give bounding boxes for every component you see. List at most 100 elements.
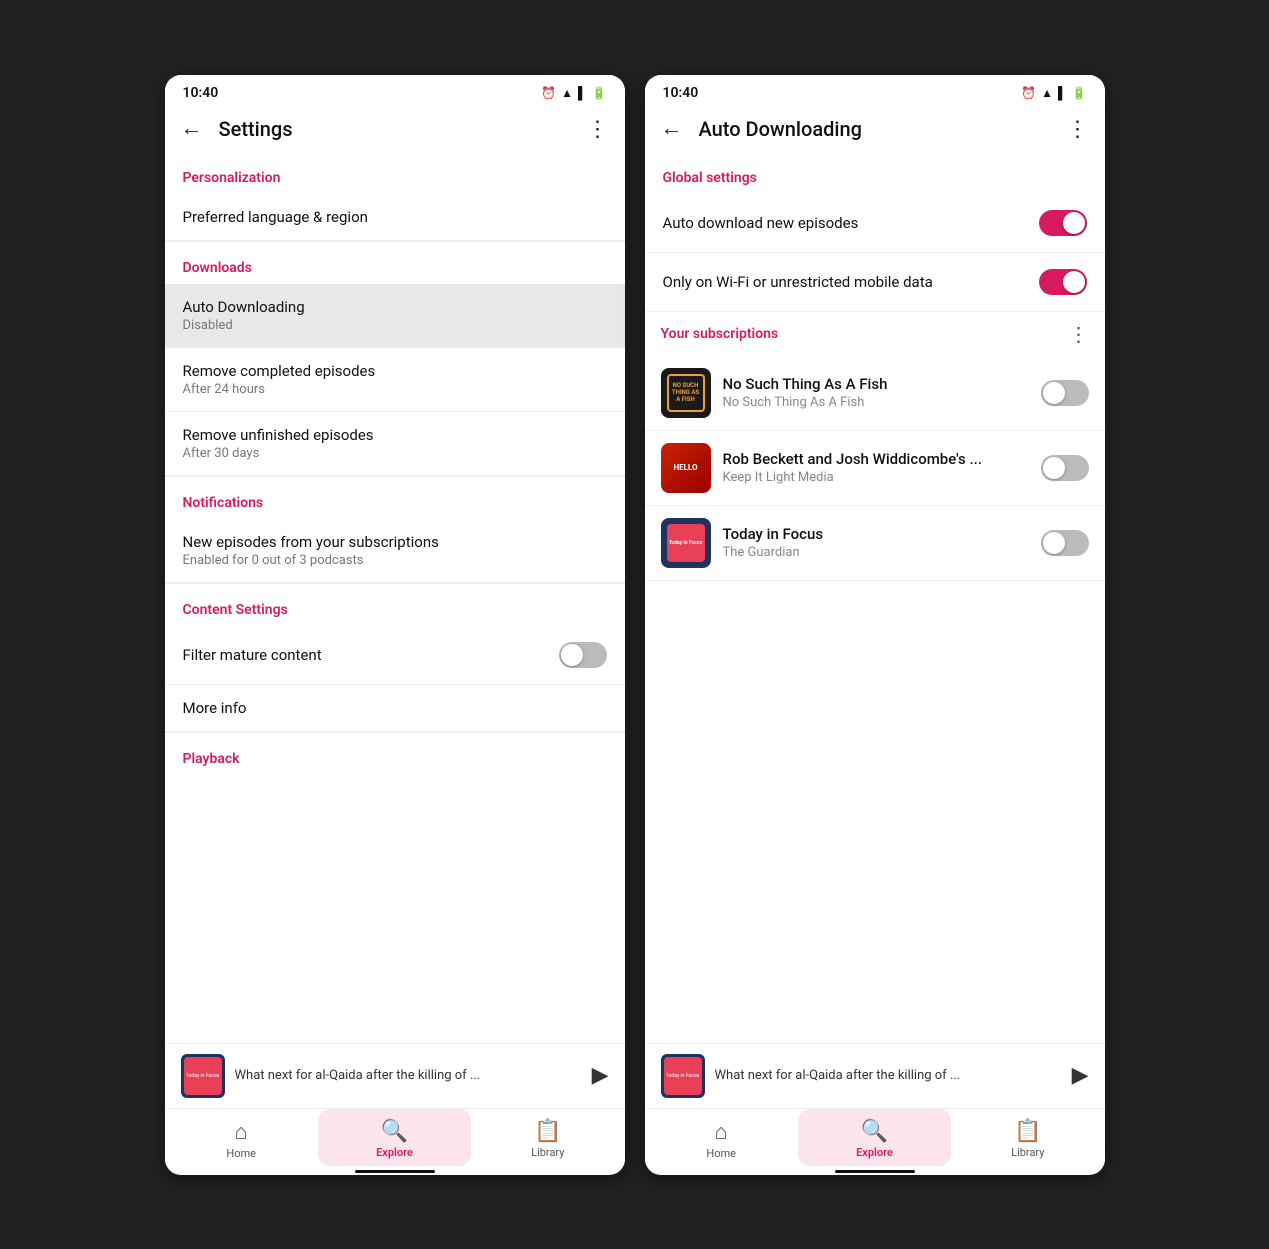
rob-toggle[interactable]	[1041, 455, 1089, 481]
nav-library[interactable]: 📋 Library	[471, 1109, 624, 1166]
rob-title: Rob Beckett and Josh Widdicombe's ...	[723, 450, 1041, 468]
explore-label: Explore	[376, 1146, 413, 1159]
subscription-fish[interactable]: NO SUCH THING AS A FISH No Such Thing As…	[645, 356, 1105, 431]
auto-download-label: Auto download new episodes	[663, 214, 1039, 232]
subscriptions-header-row: Your subscriptions ⋮	[645, 312, 1105, 356]
more-info-item[interactable]: More info	[165, 685, 625, 732]
status-time-2: 10:40	[663, 85, 699, 101]
remove-completed-item[interactable]: Remove completed episodes After 24 hours	[165, 348, 625, 412]
guardian-toggle[interactable]	[1041, 530, 1089, 556]
nav-indicator	[355, 1170, 435, 1173]
home-label: Home	[226, 1147, 256, 1160]
back-button-2[interactable]: ←	[661, 118, 683, 140]
section-header-notifications: Notifications	[165, 477, 625, 519]
auto-download-toggle[interactable]	[1039, 210, 1087, 236]
play-button[interactable]: ▶	[592, 1063, 609, 1088]
toggle-knob-on	[1063, 212, 1085, 234]
player-thumbnail-2: Today in Focus	[661, 1054, 705, 1098]
nav-explore[interactable]: 🔍 Explore	[318, 1109, 471, 1166]
alarm-icon-2: ⏰	[1021, 86, 1036, 100]
auto-downloading-subtitle: Disabled	[183, 318, 607, 333]
wifi-icon: ▲	[561, 86, 573, 100]
global-settings-header: Global settings	[645, 152, 1105, 194]
preferred-language-item[interactable]: Preferred language & region	[165, 194, 625, 241]
guardian-art-inner: Today in Focus	[667, 524, 705, 562]
guardian-thumbnail: Today in Focus	[661, 518, 711, 568]
section-header-content: Content Settings	[165, 584, 625, 626]
fish-info: No Such Thing As A Fish No Such Thing As…	[723, 375, 1041, 410]
back-button[interactable]: ←	[181, 118, 203, 140]
play-button-2[interactable]: ▶	[1072, 1063, 1089, 1088]
wifi-icon-2: ▲	[1041, 86, 1053, 100]
wifi-only-label: Only on Wi-Fi or unrestricted mobile dat…	[663, 273, 1039, 291]
remove-unfinished-item[interactable]: Remove unfinished episodes After 30 days	[165, 412, 625, 476]
rob-toggle-knob	[1043, 457, 1065, 479]
player-bar-2[interactable]: Today in Focus What next for al-Qaida af…	[645, 1043, 1105, 1108]
toggle-knob	[561, 644, 583, 666]
nav-indicator-2	[835, 1170, 915, 1173]
status-bar-2: 10:40 ⏰ ▲ ▌ 🔋	[645, 75, 1105, 107]
subscription-guardian[interactable]: Today in Focus Today in Focus The Guardi…	[645, 506, 1105, 581]
section-header-personalization: Personalization	[165, 152, 625, 194]
nav-library-2[interactable]: 📋 Library	[951, 1109, 1104, 1166]
section-header-downloads: Downloads	[165, 242, 625, 284]
new-episodes-title: New episodes from your subscriptions	[183, 533, 607, 551]
new-episodes-subtitle: Enabled for 0 out of 3 podcasts	[183, 553, 607, 568]
wifi-only-toggle-row[interactable]: Only on Wi-Fi or unrestricted mobile dat…	[645, 253, 1105, 312]
home-icon-2: ⌂	[715, 1119, 728, 1145]
library-label-2: Library	[1011, 1146, 1044, 1159]
nav-home-2[interactable]: ⌂ Home	[645, 1109, 798, 1166]
fish-art-inner: NO SUCH THING AS A FISH	[667, 374, 705, 412]
auto-downloading-item[interactable]: Auto Downloading Disabled	[165, 284, 625, 348]
top-bar: ← Settings ⋮	[165, 107, 625, 152]
guardian-subtitle: The Guardian	[723, 545, 1041, 560]
rob-art-text: HELLO	[671, 461, 699, 474]
nav-home[interactable]: ⌂ Home	[165, 1109, 318, 1166]
explore-icon-2: 🔍	[861, 1119, 888, 1144]
auto-download-toggle-row[interactable]: Auto download new episodes	[645, 194, 1105, 253]
library-icon-2: 📋	[1014, 1119, 1041, 1144]
page-title: Settings	[219, 117, 587, 141]
subscription-rob[interactable]: HELLO Rob Beckett and Josh Widdicombe's …	[645, 431, 1105, 506]
auto-downloading-title: Auto Downloading	[183, 298, 607, 316]
filter-mature-label: Filter mature content	[183, 646, 559, 664]
player-bar[interactable]: Today in Focus What next for al-Qaida af…	[165, 1043, 625, 1108]
status-icons-2: ⏰ ▲ ▌ 🔋	[1021, 86, 1086, 100]
section-header-playback: Playback	[165, 733, 625, 775]
filter-mature-row[interactable]: Filter mature content	[165, 626, 625, 685]
subscriptions-menu-button[interactable]: ⋮	[1069, 322, 1089, 346]
wifi-only-toggle[interactable]	[1039, 269, 1087, 295]
remove-unfinished-title: Remove unfinished episodes	[183, 426, 607, 444]
explore-label-2: Explore	[856, 1146, 893, 1159]
player-thumbnail: Today in Focus	[181, 1054, 225, 1098]
status-time: 10:40	[183, 85, 219, 101]
screens-container: 10:40 ⏰ ▲ ▌ 🔋 ← Settings ⋮ Personalizati…	[165, 75, 1105, 1175]
spacer-2	[645, 581, 1105, 1043]
new-episodes-item[interactable]: New episodes from your subscriptions Ena…	[165, 519, 625, 583]
signal-icon: ▌	[578, 86, 587, 100]
nav-explore-2[interactable]: 🔍 Explore	[798, 1109, 951, 1166]
battery-icon-2: 🔋	[1072, 86, 1087, 100]
battery-icon: 🔋	[592, 86, 607, 100]
fish-toggle-knob	[1043, 382, 1065, 404]
rob-info: Rob Beckett and Josh Widdicombe's ... Ke…	[723, 450, 1041, 485]
guardian-toggle-knob	[1043, 532, 1065, 554]
page-title-2: Auto Downloading	[699, 117, 1067, 141]
subscriptions-title: Your subscriptions	[661, 326, 1069, 342]
fish-subtitle: No Such Thing As A Fish	[723, 395, 1041, 410]
player-episode-title-2: What next for al-Qaida after the killing…	[715, 1068, 1072, 1083]
more-info-title: More info	[183, 699, 607, 717]
rob-thumbnail: HELLO	[661, 443, 711, 493]
preferred-language-title: Preferred language & region	[183, 208, 607, 226]
status-icons: ⏰ ▲ ▌ 🔋	[541, 86, 606, 100]
fish-toggle[interactable]	[1041, 380, 1089, 406]
spacer	[165, 775, 625, 1043]
remove-completed-title: Remove completed episodes	[183, 362, 607, 380]
filter-mature-toggle[interactable]	[559, 642, 607, 668]
overflow-menu-button[interactable]: ⋮	[587, 117, 609, 142]
remove-completed-subtitle: After 24 hours	[183, 382, 607, 397]
bottom-nav: ⌂ Home 🔍 Explore 📋 Library	[165, 1108, 625, 1166]
overflow-menu-button-2[interactable]: ⋮	[1067, 117, 1089, 142]
guardian-thumb-art: Today in Focus	[184, 1057, 222, 1095]
explore-icon: 🔍	[381, 1119, 408, 1144]
